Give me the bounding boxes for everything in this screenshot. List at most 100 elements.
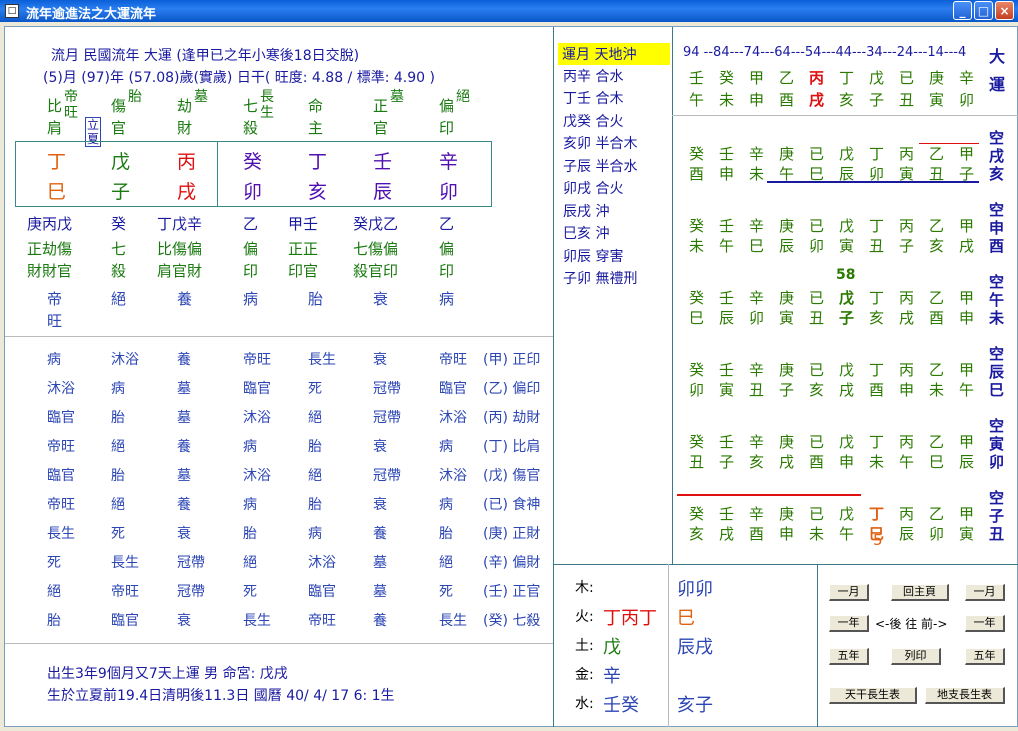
main-panel: 流月 民國流年 大運 (逢甲已之年小寒後18日交脫) (5)月 (97)年 (5… (4, 26, 1018, 727)
year-branch: 巳 (929, 453, 945, 471)
year-branch: 寅 (839, 237, 855, 255)
stage-cell: 胎 (308, 439, 322, 455)
god-stage: 長生 (260, 89, 274, 121)
year-branch: 亥 (749, 453, 765, 471)
stage-cell: 病 (439, 439, 453, 455)
year-stem: 甲 (959, 217, 975, 235)
hidden-stems: 癸戊乙 (353, 215, 399, 233)
stage-cell: 胎 (308, 497, 322, 513)
year-next-button[interactable]: 一年 (965, 615, 1005, 632)
minimize-button[interactable]: _ (953, 1, 972, 20)
god-bottom: 肩 (47, 119, 63, 137)
stage-cell: 死 (47, 555, 61, 571)
year-stem: 丁 (869, 217, 885, 235)
year-branch: 申 (779, 525, 795, 543)
year-stem: 丁 (869, 145, 885, 163)
god-top: 七 (243, 97, 259, 115)
hidden-stems: 乙 (439, 215, 455, 233)
stage-cell: 冠帶 (373, 468, 401, 484)
year-stem: 戊 (839, 361, 855, 379)
element-stems: 辛 (603, 666, 621, 687)
close-button[interactable]: × (995, 1, 1014, 20)
year-branch: 子 (779, 381, 795, 399)
relation-item: 丙辛 合水 (563, 68, 624, 85)
year-branch: 丑 (749, 381, 765, 399)
stage-cell: 病 (111, 381, 125, 397)
stage-cell: 長生 (439, 613, 467, 629)
stage-cell: 病 (47, 352, 61, 368)
year-branch: 酉 (869, 381, 885, 399)
luck-branch: 酉 (779, 91, 795, 109)
stage-cell: 胎 (111, 410, 125, 426)
stage-cell: 胎 (111, 468, 125, 484)
luck-stem: 癸 (719, 69, 735, 87)
year-branch: 戌 (719, 525, 735, 543)
life-stage: 病 (243, 290, 259, 308)
direction-label: <-後 往 前-> (875, 617, 948, 631)
print-button[interactable]: 列印 (891, 648, 941, 665)
stage-cell: 養 (177, 352, 191, 368)
year-stem: 戊 (839, 217, 855, 235)
year-branch: 寅 (959, 525, 975, 543)
stage-cell: 病 (308, 526, 322, 542)
month-next-button[interactable]: 一月 (965, 584, 1005, 601)
stage-cell: 死 (439, 584, 453, 600)
stage-cell: 衰 (177, 613, 191, 629)
year-branch: 辰 (899, 525, 915, 543)
year-branch: 申 (839, 453, 855, 471)
stage-cell: 養 (177, 497, 191, 513)
god-top: 劫 (177, 97, 193, 115)
stage-cell: 冠帶 (177, 555, 205, 571)
year-stem: 丙 (899, 505, 915, 523)
relation-item: 戊癸 合火 (563, 113, 624, 130)
year-branch: 巳 (689, 309, 705, 327)
year-stem: 丙 (899, 145, 915, 163)
pillar-stem: 丁 (308, 151, 328, 173)
luck-branch: 未 (719, 91, 735, 109)
stage-cell: 帝旺 (308, 613, 336, 629)
stage-cell: 帝旺 (243, 352, 271, 368)
five-years-prev-button[interactable]: 五年 (829, 648, 869, 665)
stage-label: (丁) 比肩 (483, 439, 541, 455)
stage-cell: 墓 (373, 584, 387, 600)
maximize-button[interactable]: □ (974, 1, 993, 20)
tiangan-table-button[interactable]: 天干長生表 (829, 687, 917, 704)
year-stem: 已 (809, 217, 825, 235)
stage-cell: 沐浴 (439, 468, 467, 484)
year-branch: 酉 (749, 525, 765, 543)
pillar-branch: 辰 (373, 181, 393, 203)
hidden-stems: 庚丙戊 (27, 215, 73, 233)
stage-cell: 沐浴 (243, 468, 271, 484)
stage-cell: 帝旺 (111, 584, 139, 600)
header-line-2: (5)月 (97)年 (57.08)歲(實歲) 日干( 旺度: 4.88 / 標… (43, 70, 435, 86)
year-stem: 癸 (689, 289, 705, 307)
year-prev-button[interactable]: 一年 (829, 615, 869, 632)
year-branch: 酉 (929, 309, 945, 327)
year-branch: 午 (719, 237, 735, 255)
dizhi-table-button[interactable]: 地支長生表 (925, 687, 1005, 704)
luck-branch: 亥 (839, 91, 855, 109)
month-prev-button[interactable]: 一月 (829, 584, 869, 601)
year-stem: 乙 (929, 505, 945, 523)
pillar-branch: 亥 (308, 181, 328, 203)
pillar-branch: 巳 (47, 181, 67, 203)
god-top: 比 (47, 97, 63, 115)
year-stem: 丁 (869, 505, 885, 523)
stage-cell: 沐浴 (47, 381, 75, 397)
stage-cell: 沐浴 (308, 555, 336, 571)
five-years-next-button[interactable]: 五年 (965, 648, 1005, 665)
stage-cell: 臨官 (243, 381, 271, 397)
year-branch: 亥 (929, 237, 945, 255)
god-stage: 帝旺 (64, 89, 78, 121)
stage-label: (辛) 偏財 (483, 555, 541, 571)
year-stem: 辛 (749, 145, 765, 163)
life-stage: 病 (439, 290, 455, 308)
year-stem: 壬 (719, 433, 735, 451)
luck-stem: 戊 (869, 69, 885, 87)
luck-branch: 午 (689, 91, 705, 109)
home-button[interactable]: 回主頁 (891, 584, 949, 601)
year-stem: 庚 (779, 145, 795, 163)
year-branch: 未 (929, 381, 945, 399)
year-stem: 戊 (839, 145, 855, 163)
stage-cell: 沐浴 (111, 352, 139, 368)
